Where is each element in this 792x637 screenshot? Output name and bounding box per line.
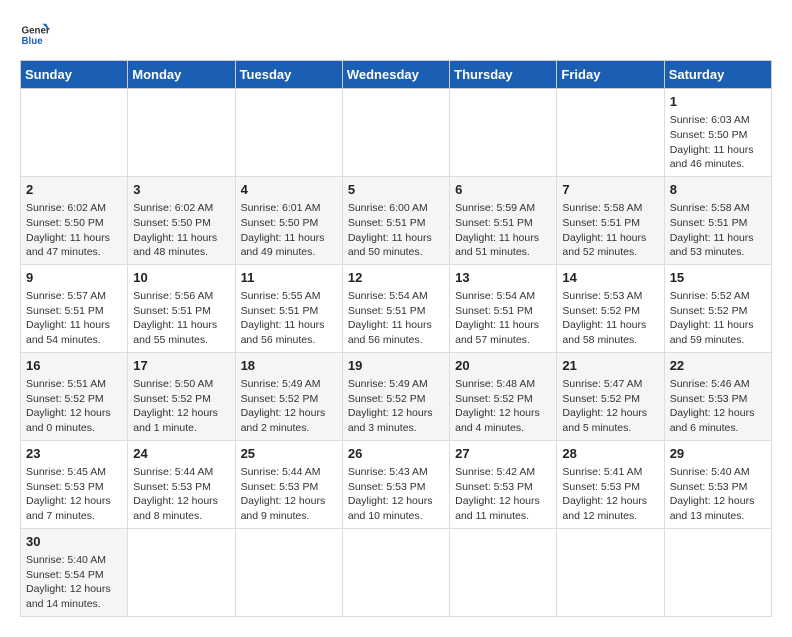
week-row: 1Sunrise: 6:03 AMSunset: 5:50 PMDaylight… bbox=[21, 89, 772, 177]
day-number: 27 bbox=[455, 445, 551, 463]
day-number: 1 bbox=[670, 93, 766, 111]
logo: General Blue bbox=[20, 20, 50, 50]
calendar-cell bbox=[235, 528, 342, 616]
day-number: 20 bbox=[455, 357, 551, 375]
day-number: 21 bbox=[562, 357, 658, 375]
day-header-thursday: Thursday bbox=[450, 61, 557, 89]
calendar-cell: 14Sunrise: 5:53 AMSunset: 5:52 PMDayligh… bbox=[557, 264, 664, 352]
calendar-cell: 19Sunrise: 5:49 AMSunset: 5:52 PMDayligh… bbox=[342, 352, 449, 440]
day-number: 6 bbox=[455, 181, 551, 199]
day-number: 25 bbox=[241, 445, 337, 463]
day-header-wednesday: Wednesday bbox=[342, 61, 449, 89]
day-header-tuesday: Tuesday bbox=[235, 61, 342, 89]
calendar-cell: 18Sunrise: 5:49 AMSunset: 5:52 PMDayligh… bbox=[235, 352, 342, 440]
calendar-header: SundayMondayTuesdayWednesdayThursdayFrid… bbox=[21, 61, 772, 89]
calendar-cell: 29Sunrise: 5:40 AMSunset: 5:53 PMDayligh… bbox=[664, 440, 771, 528]
calendar-cell: 3Sunrise: 6:02 AMSunset: 5:50 PMDaylight… bbox=[128, 176, 235, 264]
calendar-cell: 25Sunrise: 5:44 AMSunset: 5:53 PMDayligh… bbox=[235, 440, 342, 528]
day-number: 5 bbox=[348, 181, 444, 199]
calendar-cell bbox=[128, 89, 235, 177]
day-number: 12 bbox=[348, 269, 444, 287]
day-number: 8 bbox=[670, 181, 766, 199]
calendar-cell bbox=[664, 528, 771, 616]
calendar-cell: 30Sunrise: 5:40 AMSunset: 5:54 PMDayligh… bbox=[21, 528, 128, 616]
day-number: 16 bbox=[26, 357, 122, 375]
day-number: 13 bbox=[455, 269, 551, 287]
day-header-friday: Friday bbox=[557, 61, 664, 89]
calendar-cell: 15Sunrise: 5:52 AMSunset: 5:52 PMDayligh… bbox=[664, 264, 771, 352]
calendar-cell: 2Sunrise: 6:02 AMSunset: 5:50 PMDaylight… bbox=[21, 176, 128, 264]
calendar-cell: 23Sunrise: 5:45 AMSunset: 5:53 PMDayligh… bbox=[21, 440, 128, 528]
day-number: 22 bbox=[670, 357, 766, 375]
svg-text:General: General bbox=[22, 26, 51, 37]
day-header-saturday: Saturday bbox=[664, 61, 771, 89]
calendar-cell: 8Sunrise: 5:58 AMSunset: 5:51 PMDaylight… bbox=[664, 176, 771, 264]
calendar-cell bbox=[450, 528, 557, 616]
svg-text:Blue: Blue bbox=[22, 36, 44, 47]
calendar-cell bbox=[128, 528, 235, 616]
day-number: 30 bbox=[26, 533, 122, 551]
calendar-cell: 28Sunrise: 5:41 AMSunset: 5:53 PMDayligh… bbox=[557, 440, 664, 528]
day-number: 14 bbox=[562, 269, 658, 287]
calendar-cell: 22Sunrise: 5:46 AMSunset: 5:53 PMDayligh… bbox=[664, 352, 771, 440]
calendar-cell: 1Sunrise: 6:03 AMSunset: 5:50 PMDaylight… bbox=[664, 89, 771, 177]
day-number: 3 bbox=[133, 181, 229, 199]
calendar-cell: 6Sunrise: 5:59 AMSunset: 5:51 PMDaylight… bbox=[450, 176, 557, 264]
day-number: 29 bbox=[670, 445, 766, 463]
page-header: General Blue bbox=[20, 20, 772, 50]
calendar-cell bbox=[557, 528, 664, 616]
day-number: 23 bbox=[26, 445, 122, 463]
day-header-monday: Monday bbox=[128, 61, 235, 89]
calendar-cell: 20Sunrise: 5:48 AMSunset: 5:52 PMDayligh… bbox=[450, 352, 557, 440]
calendar-cell: 21Sunrise: 5:47 AMSunset: 5:52 PMDayligh… bbox=[557, 352, 664, 440]
calendar-cell: 7Sunrise: 5:58 AMSunset: 5:51 PMDaylight… bbox=[557, 176, 664, 264]
week-row: 23Sunrise: 5:45 AMSunset: 5:53 PMDayligh… bbox=[21, 440, 772, 528]
calendar-cell bbox=[235, 89, 342, 177]
calendar-cell: 16Sunrise: 5:51 AMSunset: 5:52 PMDayligh… bbox=[21, 352, 128, 440]
logo-icon: General Blue bbox=[20, 20, 50, 50]
day-number: 18 bbox=[241, 357, 337, 375]
calendar-table: SundayMondayTuesdayWednesdayThursdayFrid… bbox=[20, 60, 772, 617]
calendar-body: 1Sunrise: 6:03 AMSunset: 5:50 PMDaylight… bbox=[21, 89, 772, 617]
calendar-cell bbox=[342, 89, 449, 177]
calendar-cell: 9Sunrise: 5:57 AMSunset: 5:51 PMDaylight… bbox=[21, 264, 128, 352]
day-number: 15 bbox=[670, 269, 766, 287]
day-number: 2 bbox=[26, 181, 122, 199]
day-number: 11 bbox=[241, 269, 337, 287]
calendar-cell: 4Sunrise: 6:01 AMSunset: 5:50 PMDaylight… bbox=[235, 176, 342, 264]
calendar-cell: 11Sunrise: 5:55 AMSunset: 5:51 PMDayligh… bbox=[235, 264, 342, 352]
day-number: 26 bbox=[348, 445, 444, 463]
calendar-cell: 13Sunrise: 5:54 AMSunset: 5:51 PMDayligh… bbox=[450, 264, 557, 352]
calendar-cell bbox=[450, 89, 557, 177]
week-row: 2Sunrise: 6:02 AMSunset: 5:50 PMDaylight… bbox=[21, 176, 772, 264]
calendar-cell: 27Sunrise: 5:42 AMSunset: 5:53 PMDayligh… bbox=[450, 440, 557, 528]
calendar-cell bbox=[557, 89, 664, 177]
calendar-cell bbox=[21, 89, 128, 177]
day-number: 28 bbox=[562, 445, 658, 463]
day-number: 4 bbox=[241, 181, 337, 199]
week-row: 9Sunrise: 5:57 AMSunset: 5:51 PMDaylight… bbox=[21, 264, 772, 352]
day-header-sunday: Sunday bbox=[21, 61, 128, 89]
calendar-cell: 12Sunrise: 5:54 AMSunset: 5:51 PMDayligh… bbox=[342, 264, 449, 352]
week-row: 16Sunrise: 5:51 AMSunset: 5:52 PMDayligh… bbox=[21, 352, 772, 440]
day-number: 10 bbox=[133, 269, 229, 287]
calendar-cell: 5Sunrise: 6:00 AMSunset: 5:51 PMDaylight… bbox=[342, 176, 449, 264]
calendar-cell: 17Sunrise: 5:50 AMSunset: 5:52 PMDayligh… bbox=[128, 352, 235, 440]
day-number: 7 bbox=[562, 181, 658, 199]
calendar-cell: 26Sunrise: 5:43 AMSunset: 5:53 PMDayligh… bbox=[342, 440, 449, 528]
week-row: 30Sunrise: 5:40 AMSunset: 5:54 PMDayligh… bbox=[21, 528, 772, 616]
day-number: 17 bbox=[133, 357, 229, 375]
calendar-cell bbox=[342, 528, 449, 616]
day-number: 24 bbox=[133, 445, 229, 463]
calendar-cell: 10Sunrise: 5:56 AMSunset: 5:51 PMDayligh… bbox=[128, 264, 235, 352]
calendar-cell: 24Sunrise: 5:44 AMSunset: 5:53 PMDayligh… bbox=[128, 440, 235, 528]
day-number: 9 bbox=[26, 269, 122, 287]
day-number: 19 bbox=[348, 357, 444, 375]
